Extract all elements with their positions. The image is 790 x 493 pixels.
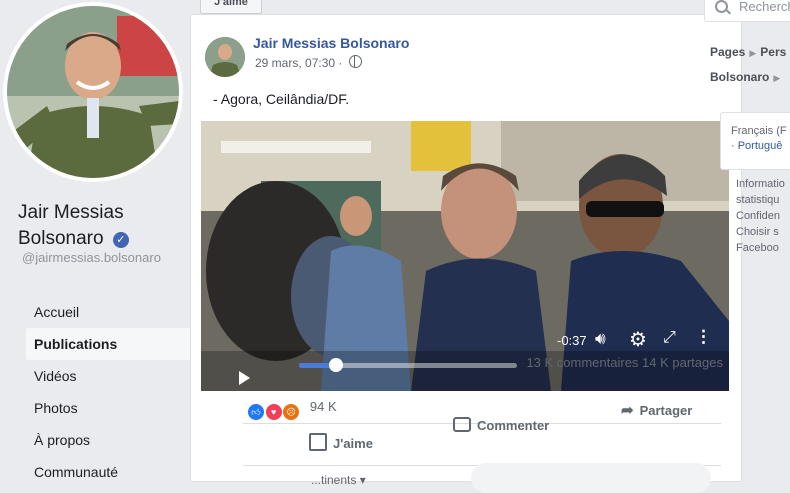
- verified-badge-icon: ✓: [112, 232, 129, 248]
- profile-avatar[interactable]: [7, 6, 179, 178]
- share-icon: ➦: [621, 402, 634, 419]
- like-button[interactable]: J'aime: [309, 433, 373, 451]
- gear-icon[interactable]: ⚙: [629, 327, 647, 352]
- thumb-up-icon: [309, 433, 327, 451]
- footer-link[interactable]: Faceboo: [736, 240, 790, 256]
- breadcrumb-separator-icon: ▶: [773, 73, 781, 83]
- current-language: Français (F: [731, 125, 787, 137]
- breadcrumb-category[interactable]: Pers: [760, 45, 786, 59]
- page-title[interactable]: Jair Messias Bolsonaro ✓: [18, 200, 129, 252]
- language-option-portugues[interactable]: · Portuguê: [731, 140, 782, 152]
- more-icon[interactable]: ⋮: [695, 327, 712, 347]
- like-reaction-icon: 👍︎: [247, 403, 265, 421]
- page-title-line2: Bolsonaro: [18, 228, 104, 249]
- page-nav: Accueil Publications Vidéos Photos À pro…: [26, 296, 212, 488]
- nav-item-photos[interactable]: Photos: [26, 392, 212, 424]
- comment-button[interactable]: Commenter: [453, 417, 549, 433]
- footer-link[interactable]: Confiden: [736, 208, 790, 224]
- nav-item-publications[interactable]: Publications: [26, 328, 212, 360]
- breadcrumb-separator-icon: ▶: [749, 48, 757, 58]
- comment-input[interactable]: [471, 463, 711, 493]
- video-progress-bar[interactable]: [299, 358, 517, 372]
- reactions-summary[interactable]: 👍︎ ♥ ☹ 94 K: [247, 399, 337, 421]
- search-icon: [715, 0, 728, 13]
- expand-icon[interactable]: ⤢: [663, 329, 676, 347]
- search-box[interactable]: Rechercher: [704, 0, 790, 22]
- search-input[interactable]: Rechercher: [739, 0, 790, 14]
- post-timestamp[interactable]: 29 mars, 07:30 ·: [255, 55, 362, 70]
- post-card: Jair Messias Bolsonaro 29 mars, 07:30 · …: [190, 14, 742, 493]
- globe-icon: [348, 55, 362, 68]
- love-reaction-icon: ♥: [264, 403, 283, 421]
- share-button[interactable]: ➦ Partager: [621, 401, 692, 419]
- post-author-avatar[interactable]: [205, 37, 245, 77]
- post-engagement-counts[interactable]: 13 K commentaires 14 K partages: [526, 355, 723, 370]
- nav-item-a-propos[interactable]: À propos: [26, 424, 212, 456]
- comment-label: Commenter: [477, 418, 550, 433]
- like-label: J'aime: [333, 436, 373, 451]
- breadcrumb-pages[interactable]: Pages: [710, 45, 745, 59]
- volume-icon[interactable]: 🔊︎: [595, 329, 606, 349]
- facebook-page: Jair Messias Bolsonaro ✓ @jairmessias.bo…: [0, 0, 790, 493]
- reactions-count: 94 K: [309, 399, 337, 414]
- post-text: - Agora, Ceilândia/DF.: [213, 91, 350, 107]
- video-progress-knob[interactable]: [329, 358, 344, 372]
- nav-item-videos[interactable]: Vidéos: [26, 360, 212, 392]
- share-label: Partager: [639, 403, 693, 418]
- footer-links: Informatio statistiqu Confiden Choisir s…: [736, 176, 790, 256]
- page-handle[interactable]: @jairmessias.bolsonaro: [22, 250, 161, 265]
- language-box: Français (F · Portuguê: [720, 112, 790, 170]
- video-player[interactable]: -0:37 🔊︎ ⚙ ⤢ ⋮: [201, 121, 729, 391]
- footer-link[interactable]: Choisir s: [736, 224, 790, 240]
- breadcrumb-page[interactable]: Bolsonaro: [710, 70, 769, 84]
- like-page-button[interactable]: J'aime: [200, 0, 262, 14]
- breadcrumb: Pages ▶ Pers Bolsonaro ▶: [710, 40, 790, 90]
- post-author-name[interactable]: Jair Messias Bolsonaro: [253, 35, 409, 51]
- play-icon[interactable]: [239, 371, 250, 385]
- page-title-line1: Jair Messias: [18, 202, 124, 223]
- top-strip: [190, 0, 690, 14]
- nav-item-accueil[interactable]: Accueil: [26, 296, 212, 328]
- footer-link[interactable]: statistiqu: [736, 192, 790, 208]
- footer-link[interactable]: Informatio: [736, 176, 790, 192]
- comments-filter[interactable]: ...tinents ▾: [311, 473, 366, 487]
- angry-reaction-icon: ☹: [282, 403, 301, 421]
- video-time-remaining: -0:37: [557, 333, 587, 348]
- comment-icon: [453, 417, 471, 432]
- post-date-text: 29 mars, 07:30 ·: [255, 56, 343, 70]
- nav-item-communaute[interactable]: Communauté: [26, 456, 212, 488]
